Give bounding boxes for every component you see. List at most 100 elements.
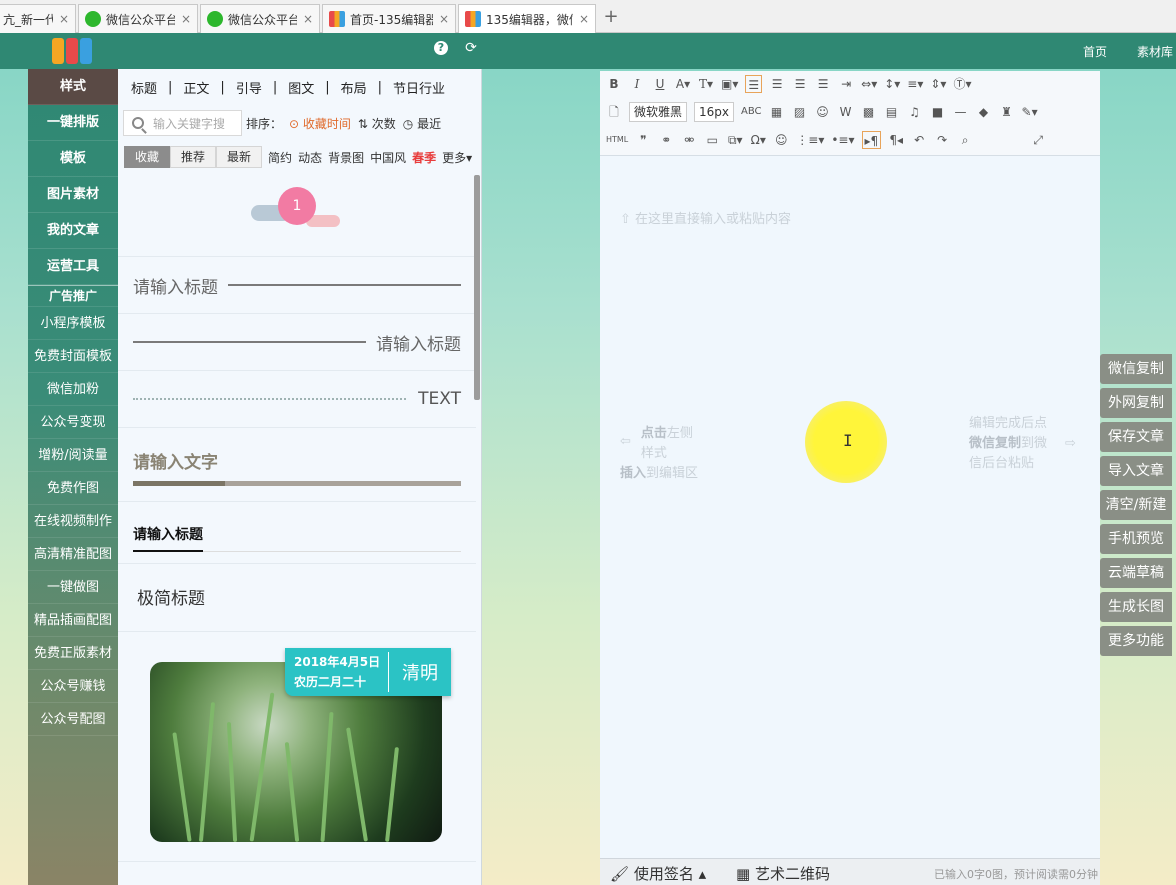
sidebar-ad-item[interactable]: 微信加粉 bbox=[28, 373, 118, 406]
unordered-list-icon[interactable]: •≡▾ bbox=[831, 131, 854, 149]
insert-frame-icon[interactable]: ⧉▾ bbox=[727, 131, 743, 149]
style-item-progress-title[interactable]: 请输入文字 bbox=[118, 428, 476, 502]
sidebar-item-my-articles[interactable]: 我的文章 bbox=[28, 213, 118, 249]
redo-icon[interactable]: ↷ bbox=[934, 131, 950, 149]
style-search-input[interactable]: 输入关键字搜 bbox=[123, 110, 242, 136]
eraser-icon[interactable]: ◆ bbox=[976, 103, 992, 121]
new-doc-icon[interactable]: 🗋 bbox=[606, 103, 622, 121]
style-item-festival-photo[interactable]: 2018年4月5日 农历二月二十 清明 bbox=[118, 632, 476, 862]
smiley-icon[interactable]: ☺ bbox=[773, 131, 789, 149]
fullscreen-icon[interactable]: ⤢ bbox=[1030, 131, 1046, 149]
external-copy-button[interactable]: 外网复制 bbox=[1100, 388, 1172, 418]
cloud-draft-button[interactable]: 云端草稿 bbox=[1100, 558, 1172, 588]
sidebar-item-images[interactable]: 图片素材 bbox=[28, 177, 118, 213]
font-style-icon[interactable]: T▾ bbox=[698, 75, 714, 93]
italic-icon[interactable]: I bbox=[629, 75, 645, 93]
ordered-list-icon[interactable]: ⋮≡▾ bbox=[796, 131, 824, 149]
sidebar-ad-item[interactable]: 公众号配图 bbox=[28, 703, 118, 736]
undo-icon[interactable]: ↶ bbox=[911, 131, 927, 149]
spacing-icon[interactable]: ⇕▾ bbox=[930, 75, 946, 93]
rtl-icon[interactable]: ¶◂ bbox=[888, 131, 904, 149]
editor-placeholder[interactable]: ⇧ 在这里直接输入或粘贴内容 bbox=[620, 208, 791, 227]
picture-icon[interactable]: ▩ bbox=[861, 103, 877, 121]
more-functions-button[interactable]: 更多功能 bbox=[1100, 626, 1172, 656]
category-guide[interactable]: 引导 bbox=[236, 78, 262, 97]
refresh-icon[interactable]: ⟳ bbox=[464, 41, 478, 55]
gallery-icon[interactable]: ▤ bbox=[884, 103, 900, 121]
tag-spring[interactable]: 春季 bbox=[412, 149, 436, 166]
word-icon[interactable]: W bbox=[838, 103, 854, 121]
sort-favorite-time[interactable]: ⊙ 收藏时间 bbox=[289, 115, 351, 132]
nav-materials[interactable]: 素材库 bbox=[1137, 43, 1173, 60]
tag-background[interactable]: 背景图 bbox=[328, 149, 364, 166]
filter-latest-button[interactable]: 最新 bbox=[216, 146, 263, 168]
sort-count[interactable]: ⇅ 次数 bbox=[358, 115, 396, 132]
sidebar-ad-item[interactable]: 公众号赚钱 bbox=[28, 670, 118, 703]
style-item-number-badge[interactable]: 1 bbox=[118, 175, 476, 257]
indent-icon[interactable]: ⇥ bbox=[838, 75, 854, 93]
link-icon[interactable]: ⚭ bbox=[658, 131, 674, 149]
sidebar-ad-item[interactable]: 精品插画配图 bbox=[28, 604, 118, 637]
bold-icon[interactable]: B bbox=[606, 75, 622, 93]
spellcheck-icon[interactable]: ABC bbox=[741, 103, 762, 121]
sidebar-ad-item[interactable]: 公众号变现 bbox=[28, 406, 118, 439]
paragraph-spacing-icon[interactable]: ≡▾ bbox=[907, 75, 923, 93]
browser-tab[interactable]: 微信公众平台 × bbox=[78, 4, 198, 33]
tag-simple[interactable]: 简约 bbox=[268, 149, 292, 166]
sidebar-ad-item[interactable]: 增粉/阅读量 bbox=[28, 439, 118, 472]
sidebar-item-styles[interactable]: 样式 bbox=[28, 69, 118, 105]
clear-new-button[interactable]: 清空/新建 bbox=[1100, 490, 1172, 520]
sidebar-item-auto-layout[interactable]: 一键排版 bbox=[28, 105, 118, 141]
sidebar-ad-item[interactable]: 免费封面模板 bbox=[28, 340, 118, 373]
browser-tab[interactable]: 首页-135编辑器 × bbox=[322, 4, 456, 33]
sort-recent[interactable]: ◷ 最近 bbox=[403, 115, 441, 132]
background-color-icon[interactable]: ▣▾ bbox=[721, 75, 738, 93]
category-layout[interactable]: 布局 bbox=[341, 78, 367, 97]
nav-home[interactable]: 首页 bbox=[1083, 43, 1107, 60]
site-logo[interactable] bbox=[52, 36, 96, 66]
template-icon[interactable]: ▭ bbox=[704, 131, 720, 149]
tag-more[interactable]: 更多▾ bbox=[442, 149, 472, 166]
sidebar-item-templates[interactable]: 模板 bbox=[28, 141, 118, 177]
html-icon[interactable]: HTML bbox=[606, 131, 628, 149]
letter-spacing-icon[interactable]: ⇔▾ bbox=[861, 75, 877, 93]
style-item-dotted-text[interactable]: TEXT bbox=[118, 371, 476, 428]
ltr-icon[interactable]: ▸¶ bbox=[861, 131, 882, 149]
sidebar-ad-item[interactable]: 在线视频制作 bbox=[28, 505, 118, 538]
filter-favorites-button[interactable]: 收藏 bbox=[124, 146, 171, 168]
unlink-icon[interactable]: ⚮ bbox=[681, 131, 697, 149]
format-painter-icon[interactable]: ♜ bbox=[999, 103, 1015, 121]
special-char-icon[interactable]: Ω▾ bbox=[750, 131, 766, 149]
signature-button[interactable]: 🖌 使用签名 ▴ bbox=[610, 863, 706, 883]
style-item-title-left[interactable]: 请输入标题 bbox=[118, 257, 476, 314]
align-center-icon[interactable]: ☰ bbox=[769, 75, 785, 93]
new-tab-button[interactable]: + bbox=[598, 6, 624, 30]
qrcode-button[interactable]: ▦ 艺术二维码 bbox=[736, 863, 830, 883]
align-left-icon[interactable]: ☰ bbox=[745, 75, 763, 93]
sidebar-item-ops-tools[interactable]: 运营工具 bbox=[28, 249, 118, 285]
quote-icon[interactable]: ❞ bbox=[635, 131, 651, 149]
category-title[interactable]: 标题 bbox=[131, 78, 157, 97]
browser-tab[interactable]: 亢_新一代 × bbox=[0, 4, 76, 33]
table-icon[interactable]: ▦ bbox=[769, 103, 785, 121]
import-article-button[interactable]: 导入文章 bbox=[1100, 456, 1172, 486]
align-right-icon[interactable]: ☰ bbox=[792, 75, 808, 93]
close-icon[interactable]: × bbox=[303, 12, 313, 26]
sidebar-ad-item[interactable]: 一键做图 bbox=[28, 571, 118, 604]
line-height-icon[interactable]: ↕▾ bbox=[884, 75, 900, 93]
underline-icon[interactable]: U bbox=[652, 75, 668, 93]
category-body[interactable]: 正文 bbox=[183, 78, 209, 97]
align-justify-icon[interactable]: ☰ bbox=[815, 75, 831, 93]
browser-tab[interactable]: 微信公众平台 × bbox=[200, 4, 320, 33]
category-festival[interactable]: 节日行业 bbox=[393, 78, 445, 97]
horizontal-rule-icon[interactable]: — bbox=[953, 103, 969, 121]
style-item-title-right[interactable]: 请输入标题 bbox=[118, 314, 476, 371]
close-icon[interactable]: × bbox=[59, 12, 69, 26]
tag-chinese-style[interactable]: 中国风 bbox=[370, 149, 406, 166]
category-image-text[interactable]: 图文 bbox=[288, 78, 314, 97]
filter-recommended-button[interactable]: 推荐 bbox=[170, 146, 217, 168]
video-icon[interactable]: ■ bbox=[930, 103, 946, 121]
clear-format-icon[interactable]: Ⓣ▾ bbox=[953, 75, 971, 93]
find-replace-icon[interactable]: ⌕ bbox=[957, 131, 973, 149]
music-icon[interactable]: ♫ bbox=[907, 103, 923, 121]
